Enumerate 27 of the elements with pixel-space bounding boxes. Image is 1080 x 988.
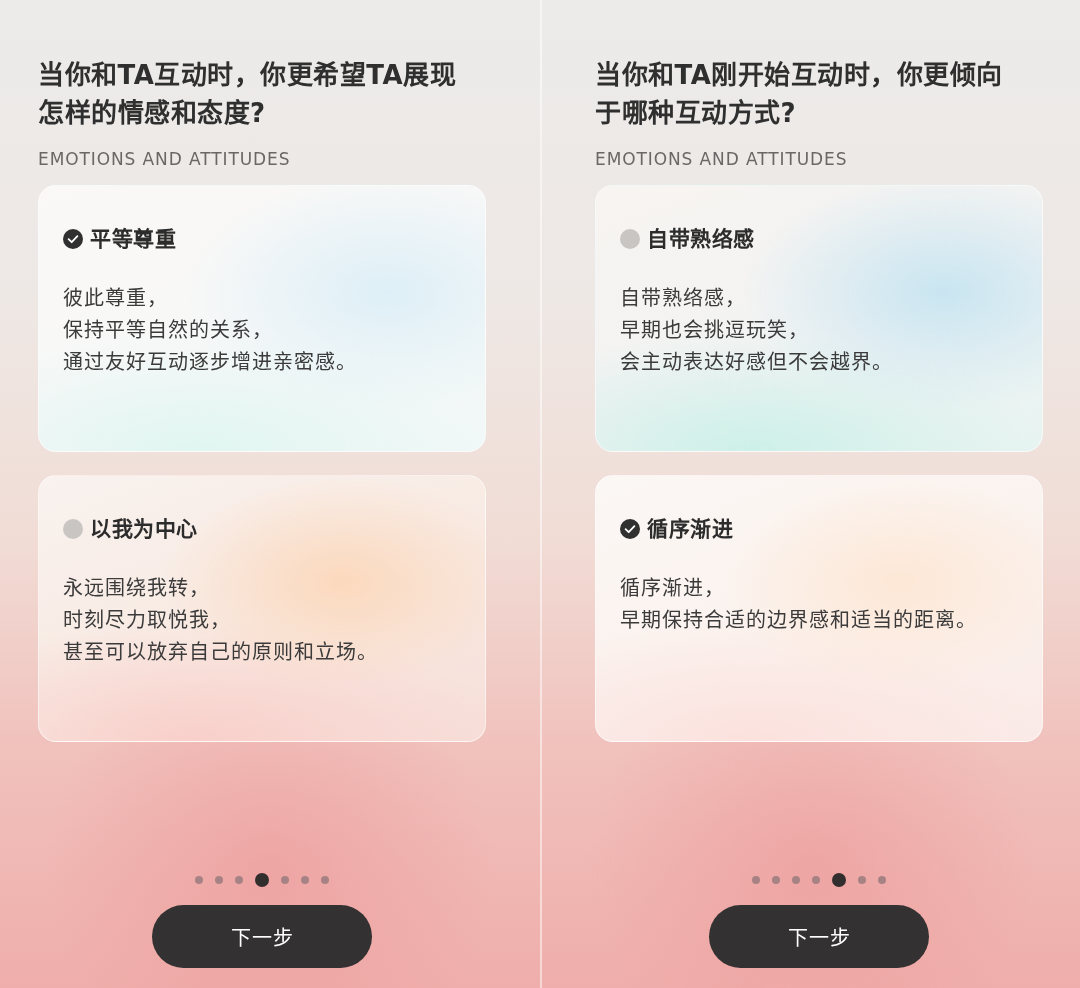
description-line: 早期保持合适的边界感和适当的距离。 bbox=[620, 607, 977, 634]
question-title: 当你和TA刚开始互动时，你更倾向于哪种互动方式? bbox=[595, 59, 1004, 130]
description-line: 会主动表达好感但不会越界。 bbox=[620, 349, 893, 376]
next-button[interactable]: 下一步 bbox=[152, 905, 372, 968]
description-line: 永远围绕我转， bbox=[63, 575, 210, 602]
section-subtitle: EMOTIONS AND ATTITUDES bbox=[38, 149, 291, 169]
description-line: 时刻尽力取悦我， bbox=[63, 607, 231, 634]
option-card[interactable]: 自带熟络感 自带熟络感， 早期也会挑逗玩笑， 会主动表达好感但不会越界。 bbox=[595, 185, 1043, 452]
description-line: 早期也会挑逗玩笑， bbox=[620, 317, 809, 344]
next-button[interactable]: 下一步 bbox=[709, 905, 929, 968]
section-subtitle: EMOTIONS AND ATTITUDES bbox=[595, 149, 848, 169]
checkmark-circle-icon[interactable] bbox=[63, 229, 83, 249]
description-line: 彼此尊重， bbox=[63, 285, 168, 312]
description-line: 循序渐进， bbox=[620, 575, 725, 602]
checkmark-circle-icon[interactable] bbox=[620, 519, 640, 539]
option-title: 平等尊重 bbox=[90, 226, 176, 252]
question-title: 当你和TA互动时，你更希望TA展现怎样的情感和态度? bbox=[38, 59, 458, 130]
option-title: 自带熟络感 bbox=[647, 226, 755, 252]
option-card[interactable]: 以我为中心 永远围绕我转， 时刻尽力取悦我， 甚至可以放弃自己的原则和立场。 bbox=[38, 475, 486, 742]
option-card[interactable]: 循序渐进 循序渐进， 早期保持合适的边界感和适当的距离。 bbox=[595, 475, 1043, 742]
option-title: 以我为中心 bbox=[90, 516, 198, 542]
description-line: 甚至可以放弃自己的原则和立场。 bbox=[63, 639, 378, 666]
option-title: 循序渐进 bbox=[647, 516, 733, 542]
description-line: 通过友好互动逐步增进亲密感。 bbox=[63, 349, 357, 376]
option-card[interactable]: 平等尊重 彼此尊重， 保持平等自然的关系， 通过友好互动逐步增进亲密感。 bbox=[38, 185, 486, 452]
description-line: 保持平等自然的关系， bbox=[63, 317, 273, 344]
description-line: 自带熟络感， bbox=[620, 285, 746, 312]
